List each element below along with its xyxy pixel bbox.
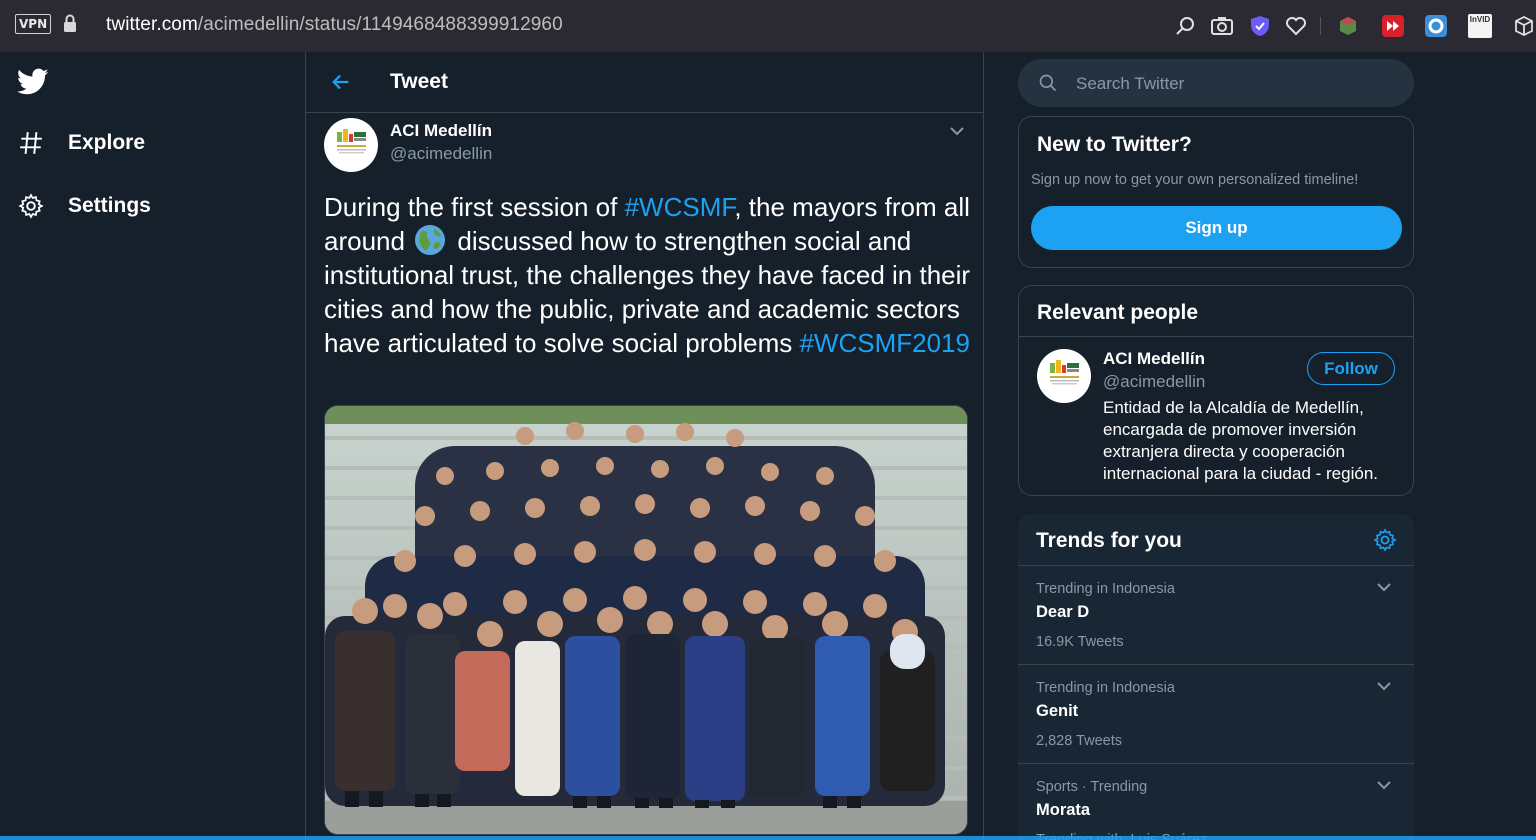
chevron-down-icon[interactable] bbox=[1376, 581, 1392, 593]
url-path: /acimedellin/status/1149468488399912960 bbox=[197, 14, 563, 35]
lock-icon[interactable] bbox=[62, 13, 78, 35]
vpn-badge[interactable]: VPN bbox=[15, 14, 52, 34]
nav-explore[interactable]: Explore bbox=[18, 130, 145, 156]
camera-icon[interactable] bbox=[1210, 14, 1234, 38]
person-avatar[interactable] bbox=[1037, 349, 1091, 403]
signup-card-title: New to Twitter? bbox=[1037, 133, 1192, 156]
ring-icon[interactable] bbox=[1424, 14, 1448, 38]
hashtag-icon bbox=[20, 132, 42, 154]
hashtag-link-2019[interactable]: #WCSMF2019 bbox=[799, 328, 970, 358]
person-handle[interactable]: @acimedellin bbox=[1103, 372, 1205, 392]
relevant-people-title: Relevant people bbox=[1037, 301, 1199, 324]
main-header: Tweet bbox=[306, 52, 983, 113]
trends-card: Trends for you Trending in Indonesia Dea… bbox=[1018, 514, 1414, 840]
page-title: Tweet bbox=[390, 70, 448, 93]
search-icon[interactable] bbox=[1174, 14, 1198, 38]
hashtag-link[interactable]: #WCSMF bbox=[625, 192, 735, 222]
address-bar[interactable]: twitter.com/acimedellin/status/114946848… bbox=[106, 14, 563, 36]
fast-forward-icon[interactable] bbox=[1381, 14, 1405, 38]
divider bbox=[1019, 336, 1413, 337]
trend-meta: Sports · Trending bbox=[1036, 779, 1148, 795]
author-name[interactable]: ACI Medellín bbox=[390, 121, 492, 141]
invid-icon[interactable]: InVID bbox=[1468, 14, 1492, 38]
tweet-text-start: During the first session of bbox=[324, 192, 625, 222]
left-navigation: Explore Settings bbox=[0, 52, 305, 840]
trend-name: Genit bbox=[1036, 702, 1079, 720]
invid-label: InVID bbox=[1469, 15, 1491, 24]
trend-count: 16.9K Tweets bbox=[1036, 634, 1124, 650]
person-bio: Entidad de la Alcaldía de Medellín, enca… bbox=[1103, 398, 1379, 483]
nav-settings[interactable]: Settings bbox=[18, 193, 151, 219]
trend-meta: Trending in Indonesia bbox=[1036, 581, 1175, 597]
globe-emoji-icon bbox=[415, 225, 446, 255]
follow-button[interactable]: Follow bbox=[1307, 352, 1395, 385]
chevron-down-icon[interactable] bbox=[1376, 779, 1392, 791]
aci-logo-icon bbox=[337, 129, 366, 154]
search-box[interactable] bbox=[1018, 59, 1414, 107]
trend-count: 2,828 Tweets bbox=[1036, 733, 1122, 749]
group-photo-image bbox=[325, 406, 967, 834]
relevant-people-card: Relevant people ACI Medellín @acimedelli… bbox=[1018, 285, 1414, 496]
aci-logo-icon bbox=[1050, 360, 1079, 385]
trend-name: Dear D bbox=[1036, 603, 1090, 621]
browser-toolbar: VPN twitter.com/acimedellin/status/11494… bbox=[0, 0, 1536, 52]
trend-name: Morata bbox=[1036, 801, 1091, 819]
trends-title: Trends for you bbox=[1036, 529, 1182, 552]
search-icon bbox=[1039, 74, 1057, 92]
tweet-text: During the first session of #WCSMF, the … bbox=[324, 190, 974, 360]
sign-up-button[interactable]: Sign up bbox=[1031, 206, 1402, 250]
cube-icon[interactable] bbox=[1336, 14, 1360, 38]
toolbar-separator bbox=[1320, 17, 1321, 35]
bottom-accent-bar bbox=[0, 836, 1536, 840]
author-avatar[interactable] bbox=[324, 118, 378, 172]
chevron-down-icon[interactable] bbox=[948, 124, 966, 138]
chevron-down-icon[interactable] bbox=[1376, 680, 1392, 692]
url-domain: twitter.com bbox=[106, 14, 198, 35]
gear-icon bbox=[18, 193, 44, 219]
nav-settings-label: Settings bbox=[68, 194, 151, 217]
trend-item[interactable]: Trending in Indonesia Dear D 16.9K Tweet… bbox=[1018, 566, 1414, 665]
nav-explore-label: Explore bbox=[68, 131, 146, 154]
heart-icon[interactable] bbox=[1284, 14, 1308, 38]
trend-meta: Trending in Indonesia bbox=[1036, 680, 1175, 696]
signup-card-subtitle: Sign up now to get your own personalized… bbox=[1031, 172, 1359, 188]
search-input[interactable] bbox=[1074, 71, 1398, 97]
box-icon[interactable] bbox=[1512, 14, 1536, 38]
person-name[interactable]: ACI Medellín bbox=[1103, 349, 1205, 369]
signup-card: New to Twitter? Sign up now to get your … bbox=[1018, 116, 1414, 268]
twitter-logo-icon[interactable] bbox=[17, 68, 49, 96]
back-arrow-icon[interactable] bbox=[330, 71, 352, 93]
tweet-photo[interactable] bbox=[324, 405, 968, 835]
main-column: Tweet ACI Medellín @acimedellin During t… bbox=[305, 52, 984, 840]
trend-item[interactable]: Sports · Trending Morata Trending with: … bbox=[1018, 764, 1414, 840]
shield-icon[interactable] bbox=[1248, 14, 1272, 38]
author-handle[interactable]: @acimedellin bbox=[390, 144, 492, 164]
trend-item[interactable]: Trending in Indonesia Genit 2,828 Tweets bbox=[1018, 665, 1414, 764]
settings-gear-icon[interactable] bbox=[1373, 528, 1397, 552]
